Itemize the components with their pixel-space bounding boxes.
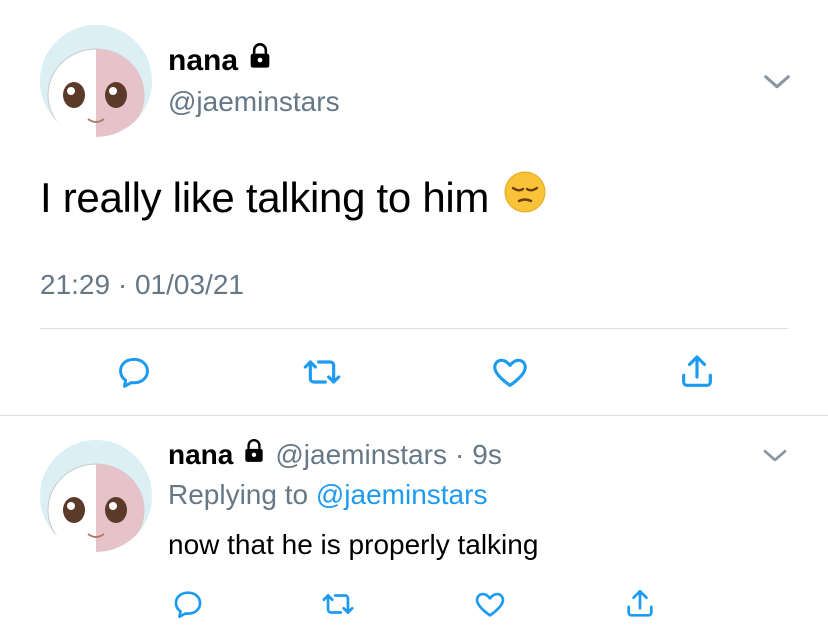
tweet-meta: 21:29 · 01/03/21 (40, 268, 244, 302)
divider (40, 328, 788, 329)
reply-icon (119, 357, 149, 388)
tweet-text: I really like talking to him (40, 173, 490, 221)
lock-icon (246, 42, 274, 79)
like-button[interactable] (470, 584, 510, 624)
share-icon (627, 589, 653, 617)
tweet-time[interactable]: 21:29 (40, 268, 110, 302)
reply-button[interactable] (168, 584, 208, 624)
reply-text: now that he is properly talking (168, 529, 539, 560)
reply-name-row: nana @jaeminstars · 9s (168, 438, 538, 472)
reply-button[interactable] (112, 350, 156, 394)
replying-prefix: Replying to (168, 479, 309, 510)
share-icon (682, 355, 712, 387)
replying-mention[interactable]: @jaeminstars (316, 479, 488, 510)
like-button[interactable] (488, 350, 532, 394)
retweet-icon (303, 360, 341, 384)
reply-header: nana @jaeminstars · 9s Replying to @jaem… (168, 438, 538, 562)
tweet-date[interactable]: 01/03/21 (135, 268, 244, 302)
like-icon (475, 592, 505, 617)
replying-to: Replying to @jaeminstars (168, 478, 538, 512)
tweet-text-row: I really like talking to him (40, 170, 547, 225)
avatar[interactable] (40, 440, 152, 552)
pensive-face-emoji (503, 170, 547, 225)
like-icon (493, 358, 527, 387)
meta-separator: · (110, 269, 135, 300)
display-name-text[interactable]: nana (168, 43, 238, 79)
reply-icon (174, 591, 202, 619)
display-name[interactable]: nana (168, 42, 340, 79)
retweet-button[interactable] (300, 350, 344, 394)
reply-age[interactable]: 9s (472, 438, 502, 472)
retweet-icon (322, 594, 354, 614)
share-button[interactable] (620, 584, 660, 624)
reply-display-name[interactable]: nana (168, 438, 233, 472)
divider (0, 415, 828, 416)
avatar[interactable] (40, 25, 152, 137)
reply-separator: · (454, 439, 465, 470)
reply-handle[interactable]: @jaeminstars (275, 438, 447, 472)
share-button[interactable] (675, 350, 719, 394)
retweet-button[interactable] (318, 584, 358, 624)
lock-icon (241, 438, 267, 472)
chevron-down-icon[interactable] (760, 64, 794, 98)
handle[interactable]: @jaeminstars (168, 85, 340, 119)
chevron-down-icon[interactable] (760, 440, 794, 474)
